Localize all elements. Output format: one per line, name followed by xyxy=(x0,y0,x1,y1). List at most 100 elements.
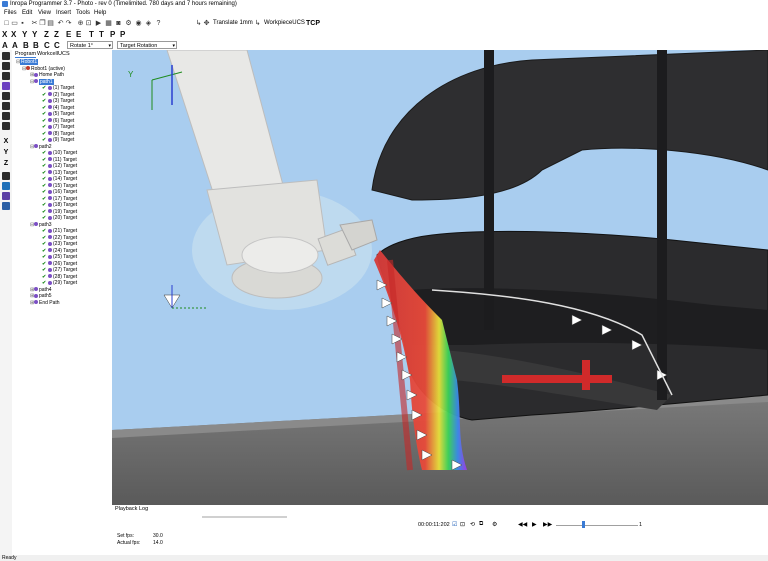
mesh-tool-icon[interactable] xyxy=(2,182,10,190)
menu-help[interactable]: Help xyxy=(94,10,106,16)
tab-playback[interactable]: Playback xyxy=(115,506,137,512)
redo-icon[interactable]: ↷ xyxy=(65,20,72,27)
path-tool-icon[interactable] xyxy=(2,82,10,90)
jog-p-minus-button[interactable]: P xyxy=(110,30,115,39)
paste-icon[interactable]: ▤ xyxy=(47,20,54,27)
menu-view[interactable]: View xyxy=(38,10,51,16)
menu-files[interactable]: Files xyxy=(4,10,17,16)
actual-fps-value: 14.0 xyxy=(153,540,163,546)
set-fps-value[interactable]: 30.0 xyxy=(153,533,163,539)
target-icon xyxy=(48,157,52,162)
tab-program[interactable]: Program xyxy=(15,51,37,58)
translate-step[interactable]: Translate 1mm xyxy=(213,20,253,26)
lattice-tool-icon[interactable] xyxy=(2,192,10,200)
grid-icon[interactable]: ▦ xyxy=(105,20,112,27)
collision-tool-icon[interactable] xyxy=(2,202,10,210)
target-rotation-select[interactable]: Target Rotation ▾ xyxy=(117,41,177,49)
help-icon[interactable]: ? xyxy=(155,20,162,27)
cut-icon[interactable]: ✂ xyxy=(31,20,38,27)
target-icon xyxy=(48,235,52,240)
fixture-bar xyxy=(502,375,612,383)
tab-ucs[interactable]: UCS xyxy=(58,51,70,57)
app-icon xyxy=(2,1,8,7)
z-axis-icon[interactable]: Z xyxy=(2,160,10,168)
x-axis-icon[interactable]: X xyxy=(2,138,10,146)
surface-tool-icon[interactable] xyxy=(2,122,10,130)
ucs-icon[interactable]: ↳ xyxy=(254,20,261,27)
slider-thumb[interactable] xyxy=(582,521,585,528)
jog-e-minus-button[interactable]: E xyxy=(66,30,71,39)
jog-p-plus-button[interactable]: P xyxy=(120,30,125,39)
jog-e-plus-button[interactable]: E xyxy=(76,30,81,39)
edge-tool-icon[interactable] xyxy=(2,112,10,120)
target-icon xyxy=(48,215,52,220)
jog-t-plus-button[interactable]: T xyxy=(99,30,104,39)
jog-x-plus-button[interactable]: X xyxy=(11,30,16,39)
record-icon[interactable]: ⊡ xyxy=(460,521,465,528)
open-folder-icon[interactable]: ▭ xyxy=(11,20,18,27)
save-icon[interactable]: ▪ xyxy=(19,20,26,27)
3d-scene[interactable]: Y xyxy=(112,50,768,505)
target-icon xyxy=(48,98,52,103)
rewind-icon[interactable]: ◀◀ xyxy=(518,521,527,528)
tree-node-end-path[interactable]: ⊞ End Path xyxy=(30,300,60,307)
timeline-scroll[interactable] xyxy=(202,516,287,518)
tree-tabs: Program Workcell UCS xyxy=(12,50,112,58)
menu-insert[interactable]: Insert xyxy=(56,10,71,16)
jog-z-minus-button[interactable]: Z xyxy=(44,30,49,39)
curve-tool-icon[interactable] xyxy=(2,102,10,110)
loop-checkbox[interactable]: ☑ xyxy=(452,521,457,528)
path-icon xyxy=(34,144,38,149)
frame-number: 1 xyxy=(639,522,643,528)
jog-z-plus-button[interactable]: Z xyxy=(54,30,59,39)
jog-y-plus-button[interactable]: Y xyxy=(32,30,37,39)
menu-tools[interactable]: Tools xyxy=(76,10,90,16)
workpiece-ucs[interactable]: WorkpieceUCS xyxy=(264,20,305,26)
rotate-a-plus-button[interactable]: A xyxy=(12,41,18,50)
measure-tool-icon[interactable] xyxy=(2,172,10,180)
rotate-step-select[interactable]: Rotate 1° ▾ xyxy=(67,41,113,49)
ucs-axes-icon[interactable]: ↳ xyxy=(195,20,202,27)
tab-workcell[interactable]: Workcell xyxy=(37,51,58,57)
robot-icon[interactable]: ◉ xyxy=(135,20,142,27)
capture-icon[interactable]: ⧉ xyxy=(479,521,483,528)
rotate-view-icon[interactable] xyxy=(2,62,10,70)
playback-slider[interactable] xyxy=(556,525,638,526)
play-icon[interactable]: ▶ xyxy=(532,521,537,528)
camera-icon[interactable]: ◙ xyxy=(115,20,122,27)
playback-time: 00:00:11:202 xyxy=(418,522,450,528)
rotation-toolbar: A A B B C C Rotate 1° ▾ Target Rotation … xyxy=(0,40,768,50)
target-icon xyxy=(48,241,52,246)
rotate-c-minus-button[interactable]: C xyxy=(44,41,50,50)
settings-icon[interactable]: ⚙ xyxy=(125,20,132,27)
jog-t-minus-button[interactable]: T xyxy=(89,30,94,39)
chevron-down-icon: ▾ xyxy=(108,43,111,49)
tab-log[interactable]: Log xyxy=(139,506,148,512)
new-file-icon[interactable]: □ xyxy=(3,20,10,27)
fast-forward-icon[interactable]: ▶▶ xyxy=(543,521,552,528)
copy-icon[interactable]: ❐ xyxy=(39,20,46,27)
repeat-icon[interactable]: ⟲ xyxy=(470,521,475,528)
fit-view-icon[interactable]: ⊡ xyxy=(85,20,92,27)
rotate-b-plus-button[interactable]: B xyxy=(33,41,39,50)
move-icon[interactable]: ✥ xyxy=(203,20,210,27)
settings-icon[interactable]: ⚙ xyxy=(492,521,497,528)
undo-icon[interactable]: ↶ xyxy=(57,20,64,27)
target-icon xyxy=(48,196,52,201)
menu-edit[interactable]: Edit xyxy=(22,10,32,16)
target-tool-icon[interactable] xyxy=(2,92,10,100)
paint-icon[interactable]: ◈ xyxy=(145,20,152,27)
jog-y-minus-button[interactable]: Y xyxy=(22,30,27,39)
jog-x-minus-button[interactable]: X xyxy=(2,30,7,39)
rotate-a-minus-button[interactable]: A xyxy=(2,41,8,50)
3d-viewport[interactable]: Y xyxy=(112,50,768,505)
rotate-b-minus-button[interactable]: B xyxy=(23,41,29,50)
rotate-c-plus-button[interactable]: C xyxy=(54,41,60,50)
tcp-button[interactable]: TCP xyxy=(306,20,320,27)
zoom-icon[interactable]: ⊕ xyxy=(77,20,84,27)
select-tool-icon[interactable] xyxy=(2,52,10,60)
target-icon xyxy=(48,170,52,175)
y-axis-icon[interactable]: Y xyxy=(2,149,10,157)
pan-view-icon[interactable] xyxy=(2,72,10,80)
play-icon[interactable]: ▶ xyxy=(95,20,102,27)
